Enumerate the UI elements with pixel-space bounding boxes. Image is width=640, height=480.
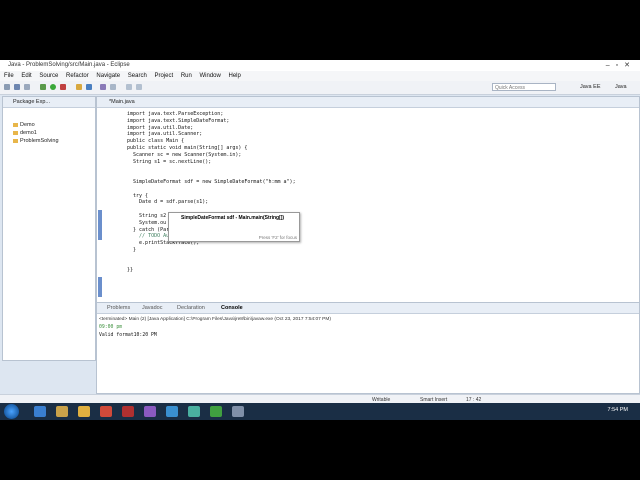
- code-line: import java.text.ParseException;: [127, 111, 224, 117]
- window-title: Java - ProblemSolving/src/Main.java - Ec…: [8, 62, 130, 68]
- package-explorer-title: Package Exp...: [13, 98, 50, 105]
- code-line: import java.util.Date;: [127, 124, 194, 131]
- menu-source[interactable]: Source: [39, 71, 58, 81]
- ie-icon[interactable]: [34, 406, 46, 417]
- change-marker: [98, 210, 102, 240]
- menu-file[interactable]: File: [4, 71, 14, 81]
- tooltip-hint: Press 'F2' for focus: [258, 235, 297, 240]
- code-line: public class Main {: [127, 138, 185, 145]
- app-icon[interactable]: [166, 406, 178, 417]
- main-toolbar: Quick Access Java EE Java: [0, 81, 640, 95]
- menu-refactor[interactable]: Refactor: [66, 71, 89, 81]
- code-line: SimpleDateFormat sdf = new SimpleDateFor…: [127, 178, 296, 185]
- menu-search[interactable]: Search: [128, 71, 147, 81]
- perspective-java-ee[interactable]: Java EE: [580, 83, 600, 92]
- search-icon[interactable]: [110, 84, 116, 90]
- chrome-icon[interactable]: [100, 406, 112, 417]
- console-output: Valid format10:20 PM: [99, 333, 157, 338]
- menu-edit[interactable]: Edit: [21, 71, 31, 81]
- back-icon[interactable]: [126, 84, 132, 90]
- code-line: import java.util.Scanner;: [127, 131, 203, 138]
- taskbar-clock: 7:54 PM: [607, 407, 628, 413]
- external-tools-icon[interactable]: [60, 84, 66, 90]
- app-icon[interactable]: [188, 406, 200, 417]
- console-panel: Problems Javadoc Declaration Console <te…: [96, 302, 640, 394]
- project-folder-icon: [13, 130, 18, 135]
- code-line: import java.text.SimpleDateFormat;: [127, 117, 230, 124]
- code-area[interactable]: import java.text.ParseException; import …: [127, 111, 296, 274]
- print-icon[interactable]: [24, 84, 30, 90]
- perspective-java[interactable]: Java: [615, 83, 627, 92]
- quick-access-input[interactable]: Quick Access: [492, 83, 556, 91]
- tab-problems[interactable]: Problems: [107, 305, 130, 311]
- open-type-icon[interactable]: [100, 84, 106, 90]
- console-tabs: Problems Javadoc Declaration Console: [97, 303, 639, 314]
- eclipse-icon[interactable]: [144, 406, 156, 417]
- menu-window[interactable]: Window: [200, 71, 221, 81]
- code-line: Scanner sc = new Scanner(System.in);: [127, 151, 242, 158]
- code-line: String s1 = sc.nextLine();: [127, 158, 212, 165]
- folder-icon[interactable]: [78, 406, 90, 417]
- tree-item-demo1[interactable]: demo1: [13, 130, 37, 136]
- window-controls[interactable]: –▫✕: [606, 61, 636, 69]
- tree-item-demo[interactable]: Demo: [13, 122, 35, 128]
- code-line: }: [127, 246, 137, 253]
- status-insert-mode: Smart Insert: [420, 396, 448, 403]
- project-folder-icon: [13, 138, 18, 143]
- debug-icon[interactable]: [40, 84, 46, 90]
- code-line: Date d = sdf.parse(s1);: [127, 199, 209, 206]
- tab-javadoc[interactable]: Javadoc: [142, 305, 163, 311]
- menu-bar: File Edit Source Refactor Navigate Searc…: [0, 71, 640, 81]
- editor-tab-label: *Main.java: [109, 98, 135, 105]
- status-writable: Writable: [372, 396, 391, 403]
- app-icon[interactable]: [232, 406, 244, 417]
- save-icon[interactable]: [14, 84, 20, 90]
- explorer-icon[interactable]: [56, 406, 68, 417]
- code-line: try {: [127, 192, 149, 199]
- menu-run[interactable]: Run: [181, 71, 192, 81]
- app-icon[interactable]: [122, 406, 134, 417]
- status-cursor-position: 17 : 42: [466, 396, 482, 403]
- package-explorer: Package Exp... Demo demo1 ProblemSolving: [2, 96, 96, 361]
- new-icon[interactable]: [4, 84, 10, 90]
- tooltip-signature: SimpleDateFormat sdf - Main.main(String[…: [181, 215, 285, 221]
- eclipse-window: Java - ProblemSolving/src/Main.java - Ec…: [0, 60, 640, 420]
- new-package-icon[interactable]: [76, 84, 82, 90]
- run-icon[interactable]: [50, 84, 56, 90]
- change-marker: [98, 277, 102, 297]
- menu-help[interactable]: Help: [229, 71, 241, 81]
- package-explorer-tab[interactable]: Package Exp...: [3, 97, 95, 108]
- code-line: public static void main(String[] args) {: [127, 144, 248, 151]
- new-class-icon[interactable]: [86, 84, 92, 90]
- hover-tooltip: SimpleDateFormat sdf - Main.main(String[…: [168, 212, 300, 242]
- app-icon[interactable]: [210, 406, 222, 417]
- forward-icon[interactable]: [136, 84, 142, 90]
- console-terminated-line: <terminated> Main (2) [Java Application]…: [99, 317, 331, 322]
- start-button-icon[interactable]: [4, 404, 19, 419]
- tree-item-problemsolving[interactable]: ProblemSolving: [13, 138, 59, 144]
- tab-declaration[interactable]: Declaration: [177, 305, 205, 311]
- code-line: }}: [127, 267, 134, 274]
- project-folder-icon: [13, 122, 18, 127]
- menu-navigate[interactable]: Navigate: [96, 71, 120, 81]
- menu-project[interactable]: Project: [154, 71, 173, 81]
- tab-console[interactable]: Console: [221, 305, 243, 311]
- editor-tab-main-java[interactable]: *Main.java: [97, 97, 639, 108]
- console-input-echo: 09:00 pm: [99, 325, 123, 330]
- windows-taskbar: 7:54 PM: [0, 403, 640, 420]
